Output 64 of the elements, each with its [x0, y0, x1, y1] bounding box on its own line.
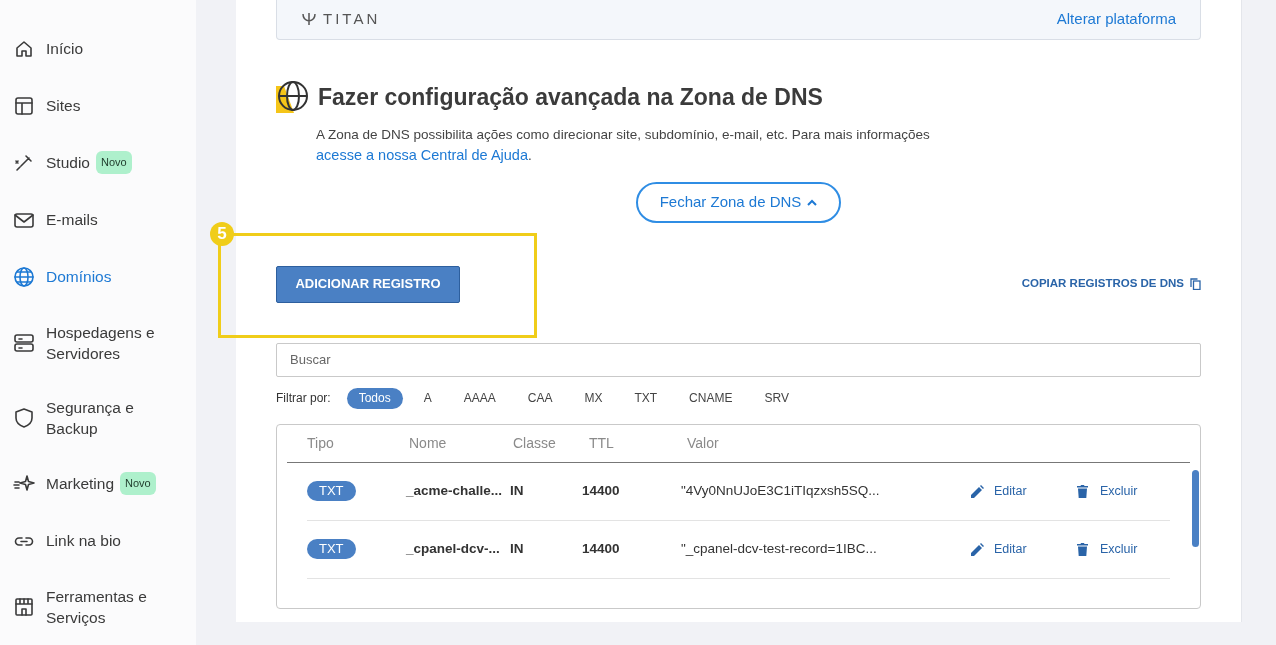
logo-text: TITAN [323, 8, 381, 29]
sidebar-item[interactable]: Segurança e Backup [0, 380, 196, 455]
trident-icon [301, 12, 317, 26]
column-header: Valor [687, 433, 720, 453]
copy-dns-records-link[interactable]: COPIAR REGISTROS DE DNS [1021, 275, 1201, 293]
scrollbar[interactable] [1192, 469, 1199, 547]
sidebar-item[interactable]: Hospedagens e Servidores [0, 305, 196, 380]
section-title: Fazer configuração avançada na Zona de DNS [318, 83, 823, 112]
table-cell-text: IN [510, 481, 525, 500]
column-header: Nome [409, 433, 448, 453]
sidebar-item[interactable]: Studio Novo [0, 134, 196, 191]
table-cell-text: "4Vy0NnUJoE3C1iTIqzxsh5SQ... [681, 481, 881, 500]
edit-button[interactable]: Editar [971, 539, 1077, 559]
new-badge: Novo [95, 151, 132, 174]
filter-chip[interactable]: SRV [749, 387, 804, 409]
sidebar-item[interactable]: Sites [0, 77, 196, 134]
column-header: Classe [513, 433, 557, 453]
table-cell-text: IN [510, 539, 525, 558]
sidebar-item[interactable]: Ferramentas e Serviços [0, 569, 196, 644]
filter-chip[interactable]: CNAME [674, 387, 748, 409]
server-icon [13, 331, 35, 354]
add-record-button[interactable]: ADICIONAR REGISTRO [276, 265, 460, 303]
close-dns-zone-button[interactable]: Fechar Zona de DNS [635, 181, 842, 223]
sidebar-item[interactable]: Domínios [0, 248, 196, 305]
column-header: TTL [589, 433, 615, 453]
table-cell-text: 14400 [582, 539, 621, 558]
step-badge: 5 [210, 222, 234, 246]
delete-button[interactable]: Excluir [1077, 481, 1138, 501]
section-description: A Zona de DNS possibilita ações como direcionar site, subdomínio, e-mail, etc. Para mais informações acesse a nossa Central de Ajuda. [316, 125, 931, 165]
trash-icon [1077, 484, 1088, 498]
globe-icon [276, 80, 310, 115]
copy-icon [1190, 278, 1201, 290]
filter-chip[interactable]: TXT [619, 387, 673, 409]
filter-chip[interactable]: Todos [346, 387, 403, 409]
column-header: Tipo [306, 433, 335, 453]
table-cell-text: "_cpanel-dcv-test-record=1IBC... [681, 539, 878, 558]
edit-button[interactable]: Editar [971, 481, 1077, 501]
filter-chip[interactable]: A [408, 387, 447, 409]
pencil-icon [971, 484, 984, 498]
chevron-up-icon [807, 198, 818, 206]
filter-chip[interactable]: MX [569, 387, 618, 409]
sidebar-item[interactable]: Marketing Novo [0, 455, 196, 512]
filter-chip[interactable]: CAA [512, 387, 568, 409]
pencil-icon [971, 542, 984, 556]
type-badge: TXT [307, 538, 356, 559]
table-cell-text: _acme-challe... [406, 481, 504, 500]
filter-chip[interactable]: AAAA [448, 387, 511, 409]
table-cell-text: 14400 [582, 481, 621, 500]
trash-icon [1077, 542, 1088, 556]
new-badge: Novo [120, 472, 156, 495]
layout-icon [13, 94, 35, 117]
change-platform-link[interactable]: Alterar plataforma [1056, 7, 1176, 31]
filter-label: Filtrar por: [276, 390, 331, 407]
sidebar-item[interactable]: E-mails [0, 191, 196, 248]
table-cell-text: _cpanel-dcv-... [406, 539, 501, 558]
search-field[interactable]: Buscar [276, 342, 1201, 377]
sidebar-item[interactable]: Link na bio [0, 512, 196, 569]
store-icon [13, 595, 35, 618]
type-badge: TXT [307, 480, 356, 501]
globe-icon [13, 265, 35, 288]
shield-icon [13, 406, 35, 429]
help-center-link[interactable]: acesse a nossa Central de Ajuda [316, 146, 528, 163]
delete-button[interactable]: Excluir [1077, 539, 1138, 559]
sidebar-item[interactable]: Início [0, 20, 196, 77]
